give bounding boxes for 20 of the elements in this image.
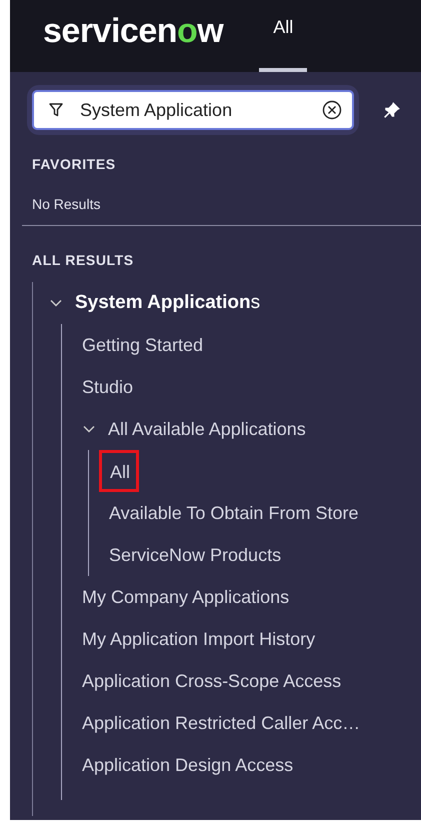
clear-icon[interactable] [322, 100, 342, 120]
section-heading: FAVORITES [31, 156, 117, 172]
tree-item[interactable]: System Applications [33, 282, 421, 324]
tree-item[interactable]: Studio [62, 366, 421, 408]
filter-field[interactable]: System Application [32, 90, 354, 130]
tab[interactable]: All [259, 0, 308, 72]
tree-item[interactable]: Application Cross-Scope Access [62, 660, 421, 702]
tree-item[interactable]: My Company Applications [62, 576, 421, 618]
tree-item[interactable]: Application Design Access [62, 744, 421, 786]
tree-item[interactable]: My Application Import History [62, 618, 421, 660]
pin-icon[interactable] [383, 101, 401, 119]
tree-item[interactable]: Available To Obtain From Store [89, 492, 421, 534]
tree-item[interactable]: All Available Applications [62, 408, 421, 450]
logo: servicenow [43, 12, 224, 50]
empty-message: No Results [31, 196, 102, 212]
tree-item[interactable]: Application Restricted Caller Acc… [62, 702, 421, 744]
tree-item[interactable]: Getting Started [62, 324, 421, 366]
tree-item[interactable]: ServiceNow Products [89, 534, 421, 576]
section-heading: ALL RESULTS [31, 252, 135, 268]
tree-item[interactable]: All [99, 450, 140, 492]
